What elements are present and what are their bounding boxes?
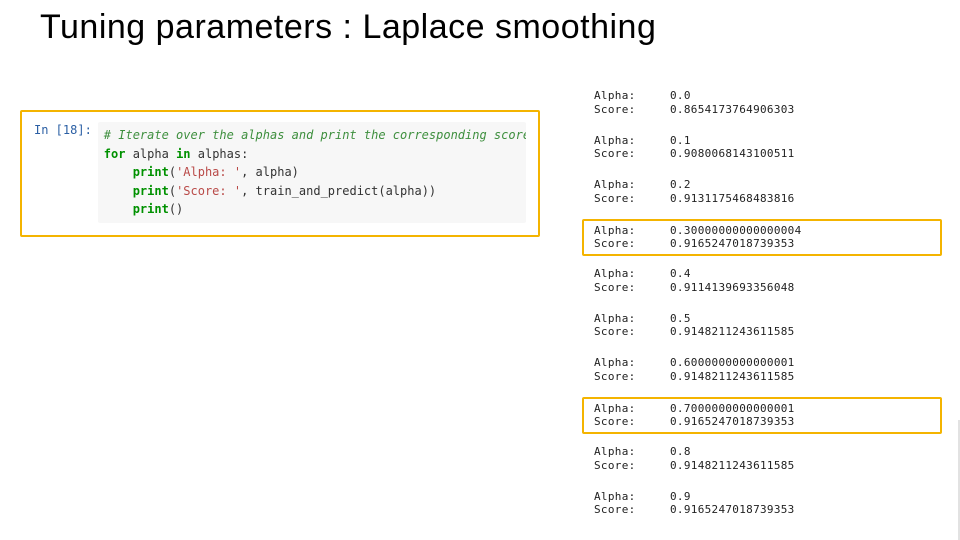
result-score-row: Score:0.9165247018739353 — [594, 237, 940, 251]
score-value: 0.8654173764906303 — [670, 103, 940, 117]
alpha-label: Alpha: — [594, 178, 670, 192]
slide: Tuning parameters : Laplace smoothing In… — [0, 0, 960, 540]
score-label: Score: — [594, 281, 670, 295]
alpha-value: 0.4 — [670, 267, 940, 281]
result-pair: Alpha:0.6000000000000001Score:0.91482112… — [582, 352, 942, 388]
str-alpha: 'Alpha: ' — [176, 165, 241, 179]
alpha-label: Alpha: — [594, 312, 670, 326]
alpha-label: Alpha: — [594, 267, 670, 281]
str-score: 'Score: ' — [176, 184, 241, 198]
alpha-value: 0.7000000000000001 — [670, 402, 940, 416]
result-pair: Alpha:0.9Score:0.9165247018739353 — [582, 486, 942, 522]
alpha-label: Alpha: — [594, 134, 670, 148]
result-alpha-row: Alpha:0.4 — [594, 267, 940, 281]
alpha-label: Alpha: — [594, 89, 670, 103]
code-row: In [18]: # Iterate over the alphas and p… — [34, 122, 526, 223]
alpha-label: Alpha: — [594, 356, 670, 370]
alpha-value: 0.1 — [670, 134, 940, 148]
output-column: Alpha:0.0Score:0.8654173764906303Alpha:0… — [582, 85, 942, 530]
result-pair: Alpha:0.8Score:0.9148211243611585 — [582, 441, 942, 477]
result-alpha-row: Alpha:0.0 — [594, 89, 940, 103]
result-alpha-row: Alpha:0.6000000000000001 — [594, 356, 940, 370]
alpha-label: Alpha: — [594, 490, 670, 504]
result-score-row: Score:0.9114139693356048 — [594, 281, 940, 295]
alpha-value: 0.2 — [670, 178, 940, 192]
score-value: 0.9080068143100511 — [670, 147, 940, 161]
alpha-value: 0.8 — [670, 445, 940, 459]
score-value: 0.9131175468483816 — [670, 192, 940, 206]
kw-print: print — [133, 184, 169, 198]
score-label: Score: — [594, 147, 670, 161]
result-alpha-row: Alpha:0.30000000000000004 — [594, 224, 940, 238]
result-score-row: Score:0.8654173764906303 — [594, 103, 940, 117]
score-label: Score: — [594, 503, 670, 517]
result-score-row: Score:0.9165247018739353 — [594, 503, 940, 517]
score-label: Score: — [594, 325, 670, 339]
result-score-row: Score:0.9080068143100511 — [594, 147, 940, 161]
score-label: Score: — [594, 192, 670, 206]
slide-title: Tuning parameters : Laplace smoothing — [40, 8, 900, 47]
score-label: Score: — [594, 415, 670, 429]
score-value: 0.9114139693356048 — [670, 281, 940, 295]
alpha-value: 0.30000000000000004 — [670, 224, 940, 238]
alpha-label: Alpha: — [594, 402, 670, 416]
result-alpha-row: Alpha:0.8 — [594, 445, 940, 459]
result-pair: Alpha:0.4Score:0.9114139693356048 — [582, 263, 942, 299]
kw-for: for — [104, 147, 126, 161]
result-pair: Alpha:0.2Score:0.9131175468483816 — [582, 174, 942, 210]
result-pair: Alpha:0.7000000000000001Score:0.91652470… — [582, 397, 942, 435]
result-pair: Alpha:0.0Score:0.8654173764906303 — [582, 85, 942, 121]
score-value: 0.9148211243611585 — [670, 370, 940, 384]
score-value: 0.9148211243611585 — [670, 325, 940, 339]
result-alpha-row: Alpha:0.2 — [594, 178, 940, 192]
result-alpha-row: Alpha:0.9 — [594, 490, 940, 504]
result-alpha-row: Alpha:0.7000000000000001 — [594, 402, 940, 416]
kw-print: print — [133, 165, 169, 179]
result-pair: Alpha:0.30000000000000004Score:0.9165247… — [582, 219, 942, 257]
score-value: 0.9165247018739353 — [670, 503, 940, 517]
kw-in: in — [176, 147, 190, 161]
code-block: # Iterate over the alphas and print the … — [98, 122, 526, 223]
score-label: Score: — [594, 370, 670, 384]
result-pair: Alpha:0.1Score:0.9080068143100511 — [582, 130, 942, 166]
alpha-label: Alpha: — [594, 445, 670, 459]
code-cell: In [18]: # Iterate over the alphas and p… — [20, 110, 540, 237]
alpha-value: 0.9 — [670, 490, 940, 504]
result-pair: Alpha:0.5Score:0.9148211243611585 — [582, 308, 942, 344]
score-value: 0.9165247018739353 — [670, 237, 940, 251]
score-label: Score: — [594, 103, 670, 117]
input-prompt: In [18]: — [34, 122, 98, 139]
code-comment: # Iterate over the alphas and print the … — [104, 128, 526, 142]
result-score-row: Score:0.9165247018739353 — [594, 415, 940, 429]
result-score-row: Score:0.9148211243611585 — [594, 370, 940, 384]
result-alpha-row: Alpha:0.1 — [594, 134, 940, 148]
kw-print: print — [133, 202, 169, 216]
result-score-row: Score:0.9131175468483816 — [594, 192, 940, 206]
alpha-value: 0.0 — [670, 89, 940, 103]
score-value: 0.9148211243611585 — [670, 459, 940, 473]
alpha-value: 0.6000000000000001 — [670, 356, 940, 370]
score-label: Score: — [594, 459, 670, 473]
score-label: Score: — [594, 237, 670, 251]
result-score-row: Score:0.9148211243611585 — [594, 459, 940, 473]
score-value: 0.9165247018739353 — [670, 415, 940, 429]
result-score-row: Score:0.9148211243611585 — [594, 325, 940, 339]
result-alpha-row: Alpha:0.5 — [594, 312, 940, 326]
alpha-value: 0.5 — [670, 312, 940, 326]
alpha-label: Alpha: — [594, 224, 670, 238]
